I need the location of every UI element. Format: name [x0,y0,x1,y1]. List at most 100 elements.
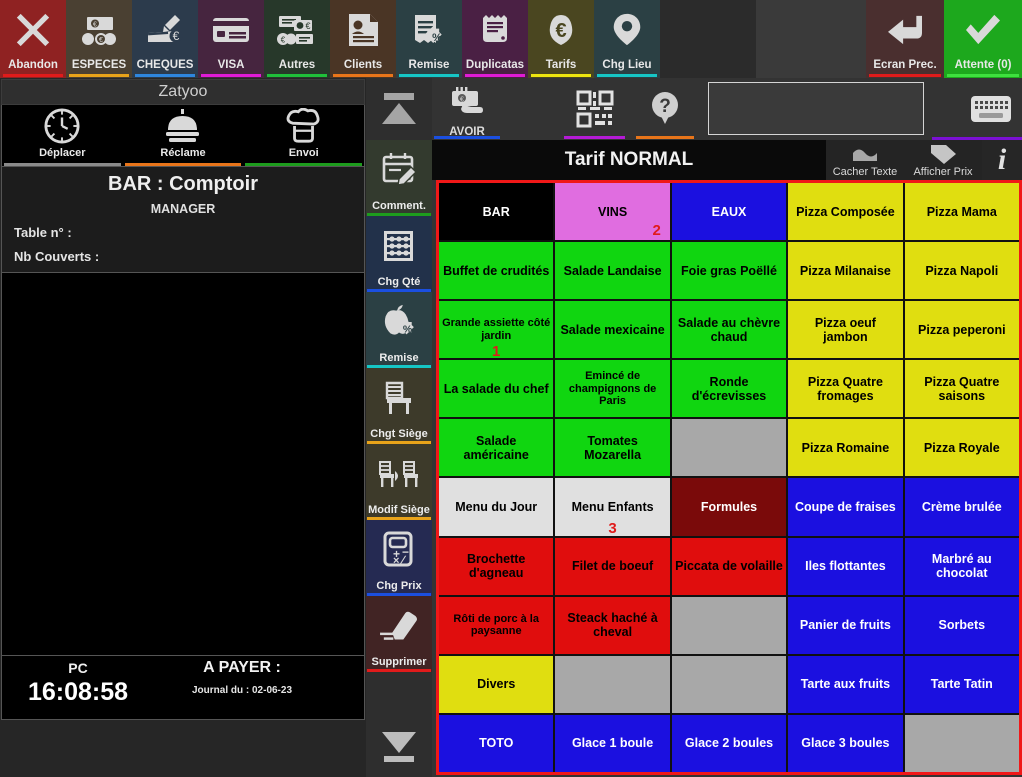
order-role: MANAGER [150,202,216,216]
product-cell-menu-enfants[interactable]: Menu Enfants 3 [555,478,670,536]
toolbar-button-label: Ecran Prec. [873,59,937,71]
product-cell-pizza-composee[interactable]: Pizza Composée [788,183,903,241]
product-cell-tarte-aux-fruits[interactable]: Tarte aux fruits [788,655,903,713]
product-cell-pizza-romaine[interactable]: Pizza Romaine [788,419,903,477]
toolbar-button-duplicatas[interactable]: Duplicatas [462,0,528,78]
product-cell-label: Steack haché à cheval [567,611,658,640]
abacus-icon [380,216,418,276]
product-cell-coupe-de-fraises[interactable]: Coupe de fraises [788,478,903,536]
quick-button-reclame[interactable]: Réclame [123,105,244,166]
product-cell-grande-assiette-cote-jardin[interactable]: Grande assiette côté jardin 1 [439,301,554,359]
toolbar-button-autres[interactable]: € € Autres [264,0,330,78]
product-cell-toto[interactable]: TOTO [439,714,554,772]
product-cell-pizza-oeuf-jambon[interactable]: Pizza oeuf jambon [788,301,903,359]
product-cell-creme-brulee[interactable]: Crème brulée [904,478,1019,536]
product-cell-piccata-de-volaille[interactable]: Piccata de volaille [671,537,787,595]
search-input[interactable] [708,82,924,135]
product-cell-bar[interactable]: BAR [439,183,554,241]
calculator-icon: + − × ∕ [380,520,418,580]
product-cell-label: Tarte Tatin [930,677,993,692]
product-cell-brochette-dagneau[interactable]: Brochette d'agneau [439,537,554,595]
avoir-button[interactable]: € AVOIR [432,78,502,140]
toolbar-button-ecran-precedent[interactable]: Ecran Prec. [866,0,944,78]
product-cell-vins[interactable]: VINS 2 [555,183,670,241]
product-cell-divers[interactable]: Divers [439,655,554,713]
product-cell-tomates-mozarella[interactable]: Tomates Mozarella [555,419,670,477]
product-cell-glace-2-boules[interactable]: Glace 2 boules [671,714,787,772]
cacher-texte-button[interactable]: Cacher Texte [826,140,904,180]
product-cell-label: Pizza Composée [796,204,895,219]
product-cell-pizza-royale[interactable]: Pizza Royale [904,419,1019,477]
toolbar-button-label: Clients [343,59,383,71]
product-cell-pizza-milanaise[interactable]: Pizza Milanaise [788,242,903,300]
product-cell-label: Brochette d'agneau [467,552,526,581]
line-tool-modif-siege[interactable]: Modif Siège [366,444,432,520]
product-cell-marbre-au-chocolat[interactable]: Marbré au chocolat [904,537,1019,595]
toolbar-button-label: Remise [408,59,450,71]
line-tool-chg-qte[interactable]: Chg Qté [366,216,432,292]
product-cell-sorbets[interactable]: Sorbets [904,596,1019,654]
toolbar-button-cheques[interactable]: € CHEQUES [132,0,198,78]
product-cell-buffet-de-crudites[interactable]: Buffet de crudités [439,242,554,300]
product-cell-steack-hache-a-cheval[interactable]: Steack haché à cheval [555,596,670,654]
product-cell-pizza-peperoni[interactable]: Pizza peperoni [904,301,1019,359]
scroll-down-button[interactable] [366,715,432,777]
product-cell-roti-de-porc-a-la-paysanne[interactable]: Rôti de porc à la paysanne [439,596,554,654]
product-cell-pizza-quatre-fromages[interactable]: Pizza Quatre fromages [788,360,903,418]
product-cell-label: EAUX [711,204,747,219]
journal-date: Journal du : 02-06-23 [191,685,293,696]
product-cell-emince-de-champignons-de-paris[interactable]: Emincé de champignons de Paris [555,360,670,418]
toolbar-button-remise[interactable]: % Remise [396,0,462,78]
bell-dome-icon [164,105,202,147]
keyboard-button[interactable] [960,78,1022,140]
product-cell-ronde-decrevisses[interactable]: Ronde d'écrevisses [671,360,787,418]
toolbar-button-visa[interactable]: VISA [198,0,264,78]
product-cell-filet-de-boeuf[interactable]: Filet de boeuf [555,537,670,595]
product-cell-la-salade-du-chef[interactable]: La salade du chef [439,360,554,418]
product-cell-label: Salade au chèvre chaud [677,315,781,344]
toolbar-button-chg-lieu[interactable]: Chg Lieu [594,0,660,78]
quick-button-envoi[interactable]: Envoi [243,105,364,166]
line-tool-commentaire[interactable]: Comment. [366,140,432,216]
line-tool-remise-ligne[interactable]: % Remise [366,292,432,368]
toolbar-button-abandon[interactable]: Abandon [0,0,66,78]
product-cell-label: Buffet de crudités [443,263,550,278]
line-tool-chgt-siege[interactable]: Chgt Siège [366,368,432,444]
product-cell-pizza-napoli[interactable]: Pizza Napoli [904,242,1019,300]
help-button[interactable]: ? [634,78,696,140]
quick-button-deplacer[interactable]: Déplacer [2,105,123,166]
line-tool-chg-prix[interactable]: + − × ∕ Chg Prix [366,520,432,596]
toolbar-button-clients[interactable]: Clients [330,0,396,78]
product-cell-empty [555,655,670,713]
product-cell-tarte-tatin[interactable]: Tarte Tatin [904,655,1019,713]
eraser-icon [378,596,420,656]
line-tool-supprimer[interactable]: Supprimer [366,596,432,672]
product-cell-glace-3-boules[interactable]: Glace 3 boules [788,714,903,772]
product-cell-panier-de-fruits[interactable]: Panier de fruits [788,596,903,654]
product-cell-pizza-mama[interactable]: Pizza Mama [904,183,1019,241]
afficher-prix-button[interactable]: Afficher Prix [904,140,982,180]
product-cell-label: Divers [477,677,516,692]
product-cell-salade-au-chevre-chaud[interactable]: Salade au chèvre chaud [671,301,787,359]
top-toolbar: Abandon € € ESPECES € CHEQUES VISA € € Autres Clie… [0,0,1022,78]
ticket-lines-area[interactable] [1,273,365,656]
product-cell-menu-du-jour[interactable]: Menu du Jour [439,478,554,536]
product-cell-salade-mexicaine[interactable]: Salade mexicaine [555,301,670,359]
product-cell-formules[interactable]: Formules [671,478,787,536]
product-cell-label: Pizza Quatre saisons [924,374,1000,403]
product-cell-pizza-quatre-saisons[interactable]: Pizza Quatre saisons [904,360,1019,418]
toolbar-button-tarifs[interactable]: € Tarifs [528,0,594,78]
info-button[interactable]: i [982,140,1022,180]
product-cell-eaux[interactable]: EAUX [671,183,787,241]
amount-due-label: A PAYER : [203,659,281,676]
product-cell-iles-flottantes[interactable]: Iles flottantes [788,537,903,595]
product-cell-salade-landaise[interactable]: Salade Landaise [555,242,670,300]
scroll-up-button[interactable] [366,78,432,140]
qrcode-button[interactable] [562,78,627,140]
toolbar-button-attente[interactable]: Attente (0) [944,0,1022,78]
toolbar-button-especes[interactable]: € € ESPECES [66,0,132,78]
scroll-down-icon [382,732,416,762]
product-cell-salade-americaine[interactable]: Salade américaine [439,419,554,477]
product-cell-foie-gras-poelle[interactable]: Foie gras Poëllé [671,242,787,300]
product-cell-glace-1-boule[interactable]: Glace 1 boule [555,714,670,772]
